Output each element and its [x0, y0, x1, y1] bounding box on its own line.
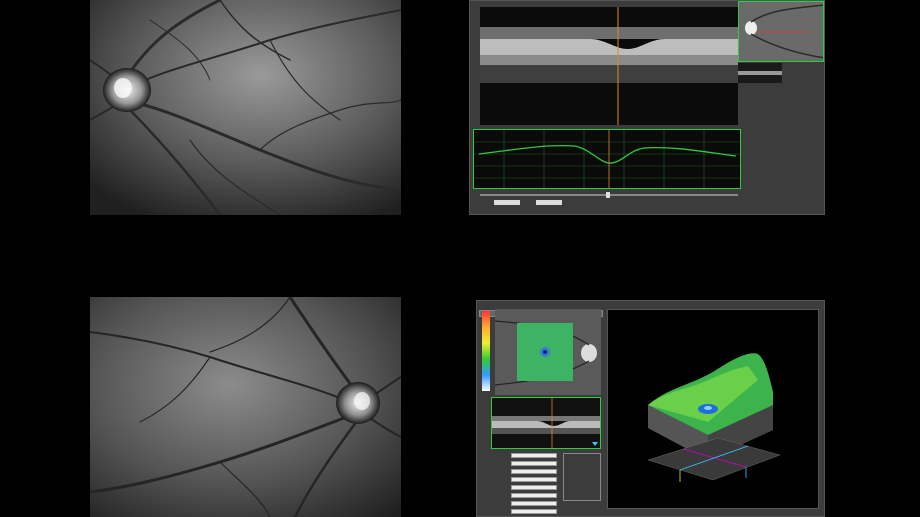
control-field-a[interactable] [494, 200, 520, 205]
oct-fundus-thumbnail[interactable] [738, 1, 824, 62]
fundus-image-right-eye [90, 0, 401, 215]
control-field[interactable] [511, 509, 557, 514]
control-field[interactable] [511, 477, 557, 482]
thickness-map-overlay[interactable] [495, 309, 601, 395]
fundus-image-left-eye [90, 297, 401, 517]
control-field[interactable] [511, 493, 557, 498]
oct-bscan[interactable] [480, 7, 738, 125]
retinal-thickness-profile[interactable] [473, 129, 741, 189]
control-field[interactable] [511, 453, 557, 458]
color-scale-legend [482, 311, 490, 391]
control-field[interactable] [511, 469, 557, 474]
control-field[interactable] [511, 461, 557, 466]
3d-retina-render[interactable] [607, 309, 819, 509]
layer-checkbox-group [563, 453, 601, 501]
scan-position-slider[interactable] [480, 192, 738, 198]
tab-bar [479, 302, 824, 317]
bscan-preview[interactable] [491, 397, 601, 449]
oct-thumbnail-scan [738, 63, 782, 83]
control-field-b[interactable] [536, 200, 562, 205]
control-field[interactable] [511, 501, 557, 506]
control-field[interactable] [511, 485, 557, 490]
oct-line-scan-screen [469, 0, 825, 215]
oct-3d-analysis-screen [476, 300, 825, 517]
